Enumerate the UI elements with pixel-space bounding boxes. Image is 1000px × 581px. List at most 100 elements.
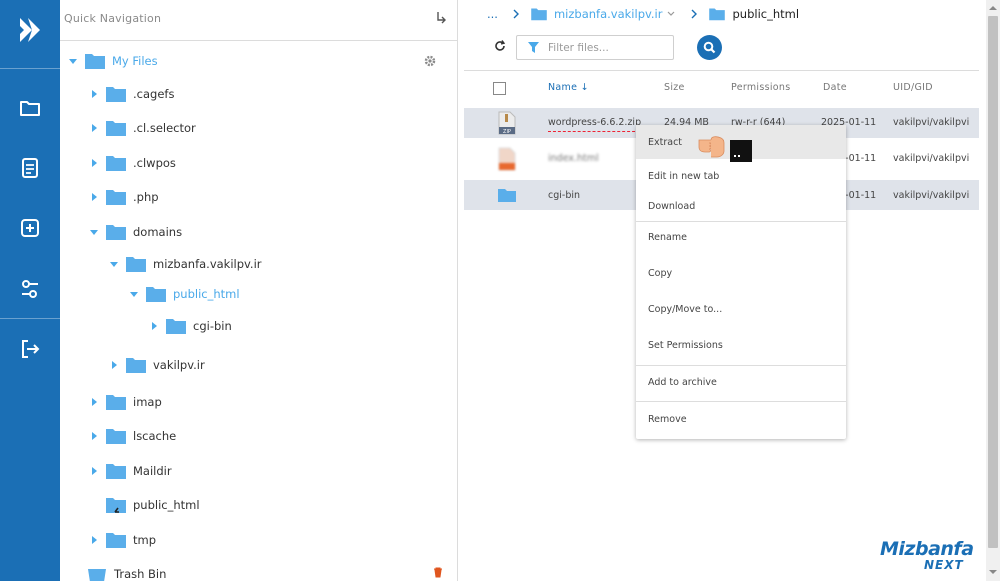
menu-item-set-permissions[interactable]: Set Permissions <box>636 336 846 354</box>
caret-right-icon[interactable] <box>89 535 99 545</box>
menu-item-copy-move[interactable]: Copy/Move to... <box>636 300 846 318</box>
column-header-uid[interactable]: UID/GID <box>893 82 933 93</box>
tree-label: Maildir <box>133 464 172 478</box>
tree-item[interactable]: tmp <box>89 529 156 551</box>
caret-down-icon[interactable] <box>109 259 119 269</box>
rail-divider <box>0 318 60 319</box>
tree-item[interactable]: cgi-bin <box>149 315 232 337</box>
menu-divider <box>636 221 846 222</box>
folder-icon <box>709 8 726 21</box>
chevron-down-icon[interactable] <box>666 10 676 18</box>
caret-right-icon[interactable] <box>89 158 99 168</box>
caret-right-icon[interactable] <box>109 360 119 370</box>
scroll-up-icon[interactable] <box>989 4 997 12</box>
breadcrumb-domain[interactable]: mizbanfa.vakilpv.ir <box>554 7 663 21</box>
tree-label: .cagefs <box>133 87 175 101</box>
folder-icon <box>106 533 126 548</box>
settings-nodes-icon[interactable] <box>18 277 42 301</box>
menu-divider <box>636 401 846 402</box>
tree-item[interactable]: .cl.selector <box>89 117 196 139</box>
search-button[interactable] <box>697 35 722 60</box>
terminal-icon <box>730 140 752 162</box>
file-tree-panel: Quick Navigation My Files .cagefs .cl.se… <box>60 0 458 581</box>
column-header-date[interactable]: Date <box>823 82 847 93</box>
menu-item-edit-new-tab[interactable]: Edit in new tab <box>636 167 846 185</box>
caret-right-icon[interactable] <box>89 397 99 407</box>
scrollbar-thumb[interactable] <box>988 16 998 548</box>
caret-right-icon[interactable] <box>89 431 99 441</box>
tree-label: .cl.selector <box>133 121 196 135</box>
refresh-icon[interactable] <box>493 39 507 53</box>
file-name: wordpress-6.6.2.zip <box>548 117 642 128</box>
folder-icon <box>126 358 146 373</box>
tree-root-my-files[interactable]: My Files <box>68 50 158 72</box>
menu-item-remove[interactable]: Remove <box>636 410 846 428</box>
tree-item[interactable]: Maildir <box>89 460 172 482</box>
select-all-checkbox[interactable] <box>493 82 506 95</box>
tree-label: cgi-bin <box>193 319 232 333</box>
tree-item-active[interactable]: public_html <box>129 283 240 305</box>
tree-item[interactable]: .cagefs <box>89 83 174 105</box>
scroll-down-icon[interactable] <box>989 568 997 576</box>
column-header-name[interactable]: Name ↓ <box>548 82 589 93</box>
file-name: cgi-bin <box>548 190 581 201</box>
app-logo-icon[interactable] <box>14 14 46 46</box>
caret-right-icon[interactable] <box>89 123 99 133</box>
search-icon <box>703 41 716 54</box>
filter-box <box>516 35 674 60</box>
caret-down-icon[interactable] <box>129 289 139 299</box>
folder-icon <box>85 54 105 69</box>
tree-item[interactable]: .php <box>89 186 159 208</box>
tree-label: public_html <box>133 498 200 512</box>
watermark-line1: Mizbanfa <box>880 538 974 560</box>
tree-item-symlink[interactable]: public_html <box>105 494 200 516</box>
tree-item[interactable]: imap <box>89 391 162 413</box>
tree-label: .php <box>133 190 159 204</box>
pointing-hand-icon <box>698 136 725 158</box>
tree-label: My Files <box>112 54 158 68</box>
caret-down-icon[interactable] <box>89 227 99 237</box>
collapse-arrow-icon[interactable] <box>434 10 448 24</box>
menu-item-add-archive[interactable]: Add to archive <box>636 373 846 391</box>
caret-down-icon[interactable] <box>68 56 78 66</box>
document-icon[interactable] <box>18 156 42 180</box>
tree-label: .clwpos <box>133 156 176 170</box>
folder-icon[interactable] <box>18 96 42 120</box>
column-header-permissions[interactable]: Permissions <box>731 82 791 93</box>
divider <box>464 70 979 71</box>
folder-icon <box>106 190 126 205</box>
menu-item-copy[interactable]: Copy <box>636 264 846 282</box>
breadcrumb-ellipsis[interactable]: ... <box>487 7 498 21</box>
folder-open-icon <box>106 225 126 240</box>
folder-icon <box>531 8 547 21</box>
caret-right-icon[interactable] <box>149 321 159 331</box>
trash-bin-icon <box>88 569 106 581</box>
column-header-size[interactable]: Size <box>664 82 685 93</box>
menu-item-rename[interactable]: Rename <box>636 228 846 246</box>
chevron-right-icon <box>513 9 519 19</box>
tree-item-trash[interactable]: Trash Bin <box>86 563 166 581</box>
gear-icon[interactable] <box>423 54 437 68</box>
empty-trash-icon[interactable] <box>432 566 444 578</box>
caret-right-icon[interactable] <box>89 466 99 476</box>
menu-item-download[interactable]: Download <box>636 197 846 215</box>
file-name: index.html <box>548 153 599 164</box>
tree-item[interactable]: vakilpv.ir <box>109 354 205 376</box>
rail-divider <box>0 68 60 69</box>
watermark-logo: Mizbanfa NEXT <box>878 538 974 574</box>
logout-icon[interactable] <box>18 337 42 361</box>
caret-right-icon[interactable] <box>89 192 99 202</box>
tree-item[interactable]: mizbanfa.vakilpv.ir <box>109 253 262 275</box>
filter-input[interactable] <box>548 41 658 54</box>
caret-right-icon[interactable] <box>89 89 99 99</box>
file-badge: ZIP <box>503 129 511 135</box>
vertical-scrollbar[interactable] <box>986 0 1000 581</box>
tree-item[interactable]: .clwpos <box>89 152 176 174</box>
folder-icon <box>146 287 166 302</box>
sort-arrow-icon: ↓ <box>580 82 589 93</box>
folder-icon <box>106 156 126 171</box>
tree-item[interactable]: lscache <box>89 425 176 447</box>
add-box-icon[interactable] <box>18 216 42 240</box>
folder-icon <box>106 429 126 444</box>
tree-item-domains[interactable]: domains <box>89 221 182 243</box>
